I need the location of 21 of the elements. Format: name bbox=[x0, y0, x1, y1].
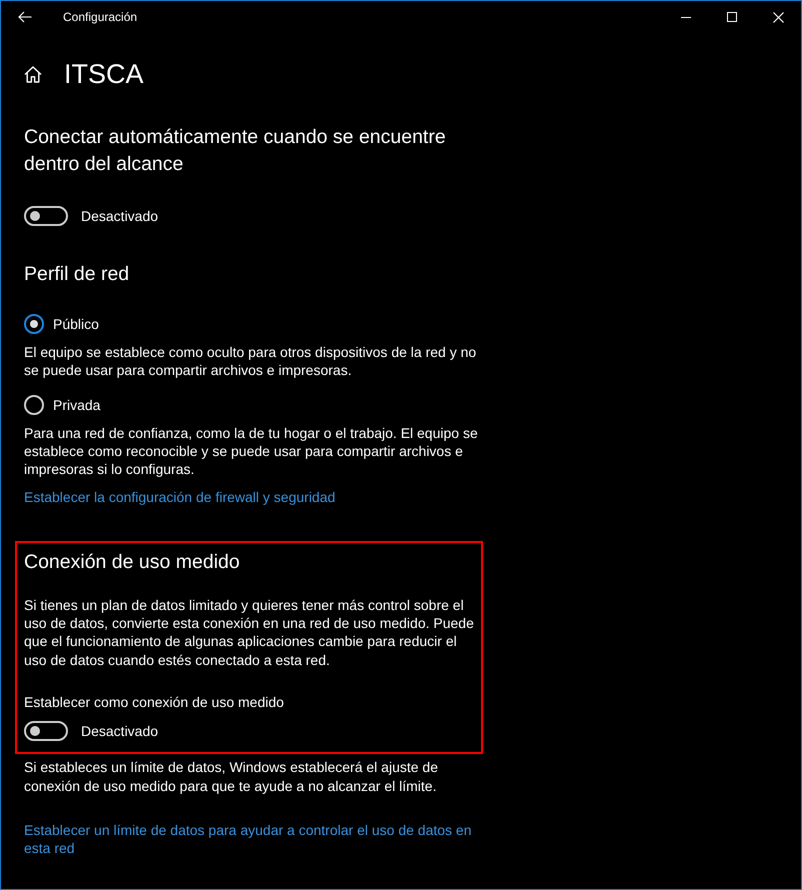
data-limit-note: Si estableces un límite de datos, Windows establecerá el ajuste de conexión de uso medido para que te ayude a no alcanzar el límite. bbox=[24, 758, 440, 795]
firewall-link[interactable]: Establecer la configuración de firewall y seguridad bbox=[24, 488, 480, 507]
toggle-state-label: Desactivado bbox=[81, 723, 158, 740]
section-description: Si tienes un plan de datos limitado y quieres tener más control sobre el uso de datos, convierte esta conexión en una red de uso medido. Puede que el funcionamiento de algunas aplicaciones cambie para reducir el uso de datos cuando estés conectado a esta red. bbox=[24, 596, 475, 669]
toggle-switch[interactable] bbox=[24, 721, 68, 742]
window-title: Configuración bbox=[63, 10, 138, 24]
section-heading: Conectar automáticamente cuando se encuentre dentro del alcance bbox=[24, 125, 447, 177]
radio-label[interactable]: Público bbox=[53, 316, 99, 332]
page-title: ITSCA bbox=[64, 58, 144, 90]
option-description: Para una red de confianza, como la de tu hogar o el trabajo. El equipo se establece como reconocible y se puede usar para compartir archivos e impresoras si lo configuras. bbox=[24, 424, 479, 478]
data-limit-link[interactable]: Establecer un límite de datos para ayudar a controlar el uso de datos en esta red bbox=[24, 820, 480, 858]
radio-button[interactable] bbox=[24, 394, 44, 415]
toggle-caption: Establecer como conexión de uso medido bbox=[24, 692, 285, 712]
option-description: El equipo se establece como oculto para otros dispositivos de la red y no se puede usar para compartir archivos e impresoras. bbox=[24, 343, 478, 380]
section-heading: Conexión de uso medido bbox=[24, 550, 241, 575]
toggle-state-label: Desactivado bbox=[81, 208, 158, 224]
toggle-switch[interactable] bbox=[24, 206, 68, 226]
radio-button[interactable] bbox=[24, 314, 44, 334]
home-icon[interactable] bbox=[24, 66, 42, 82]
section-heading: Perfil de red bbox=[24, 262, 130, 287]
radio-label[interactable]: Privada bbox=[53, 396, 100, 413]
